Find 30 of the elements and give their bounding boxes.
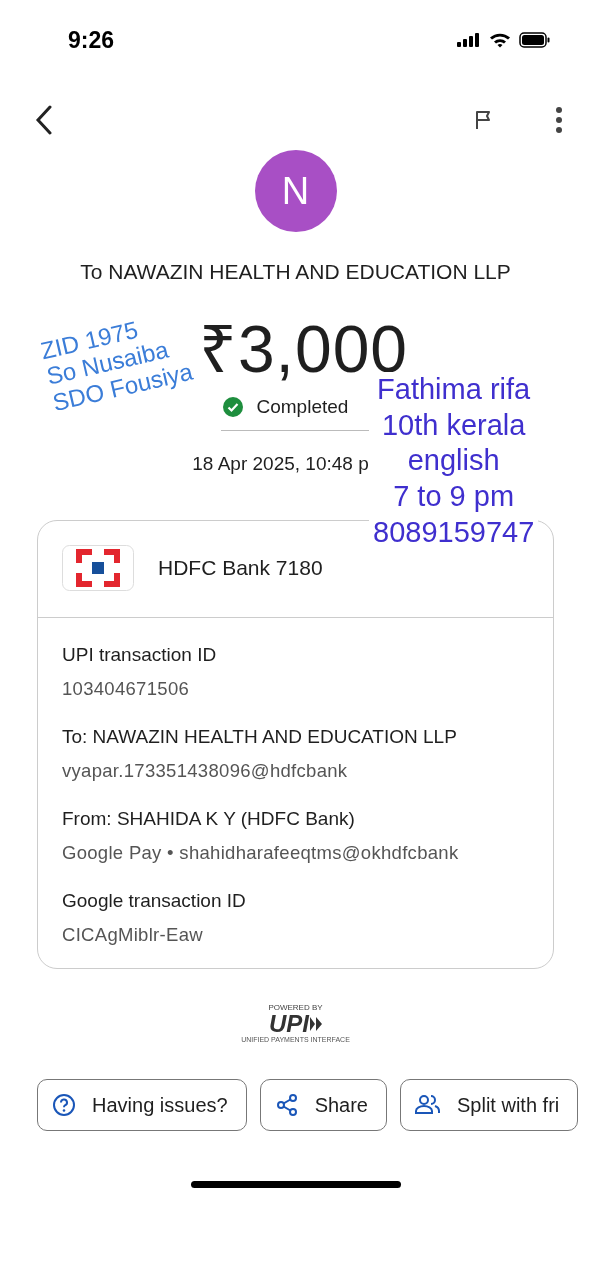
more-icon[interactable] bbox=[555, 107, 563, 133]
action-button[interactable]: Having issues? bbox=[37, 1079, 247, 1131]
powered-by-label: POWERED BY bbox=[268, 1003, 323, 1012]
detail-value: vyapar.173351438096@hdfcbank bbox=[62, 760, 349, 782]
signal-icon bbox=[457, 33, 481, 47]
detail-label: Google transaction ID bbox=[62, 890, 247, 912]
status-label: Completed bbox=[256, 396, 349, 418]
detail-value: CICAgMiblr-Eaw bbox=[62, 924, 204, 946]
chevrons-icon bbox=[310, 1017, 322, 1031]
help-icon bbox=[52, 1093, 76, 1117]
detail-value: 103404671506 bbox=[62, 678, 191, 700]
people-icon bbox=[415, 1093, 441, 1117]
upi-logo: UPI bbox=[269, 1012, 309, 1036]
battery-icon bbox=[519, 32, 551, 48]
wifi-icon bbox=[489, 32, 511, 48]
detail-value: Google Pay • shahidharafeeqtms@okhdfcbank bbox=[62, 842, 460, 864]
detail-label: To: NAWAZIN HEALTH AND EDUCATION LLP bbox=[62, 726, 458, 748]
transaction-date: 18 Apr 2025, 10:48 p bbox=[192, 453, 369, 475]
bank-name: HDFC Bank 7180 bbox=[158, 556, 323, 580]
detail-label: UPI transaction ID bbox=[62, 644, 218, 666]
status-time: 9:26 bbox=[68, 26, 115, 54]
detail-label: From: SHAHIDA K Y (HDFC Bank) bbox=[62, 808, 356, 830]
action-button[interactable]: Split with fri bbox=[400, 1079, 579, 1131]
avatar: N bbox=[254, 150, 337, 232]
bank-logo-icon bbox=[62, 545, 134, 591]
action-button[interactable]: Share bbox=[259, 1079, 387, 1131]
back-icon[interactable] bbox=[34, 105, 54, 135]
recipient-name: To NAWAZIN HEALTH AND EDUCATION LLP bbox=[79, 260, 512, 284]
share-icon bbox=[274, 1093, 299, 1117]
check-icon bbox=[222, 397, 243, 417]
